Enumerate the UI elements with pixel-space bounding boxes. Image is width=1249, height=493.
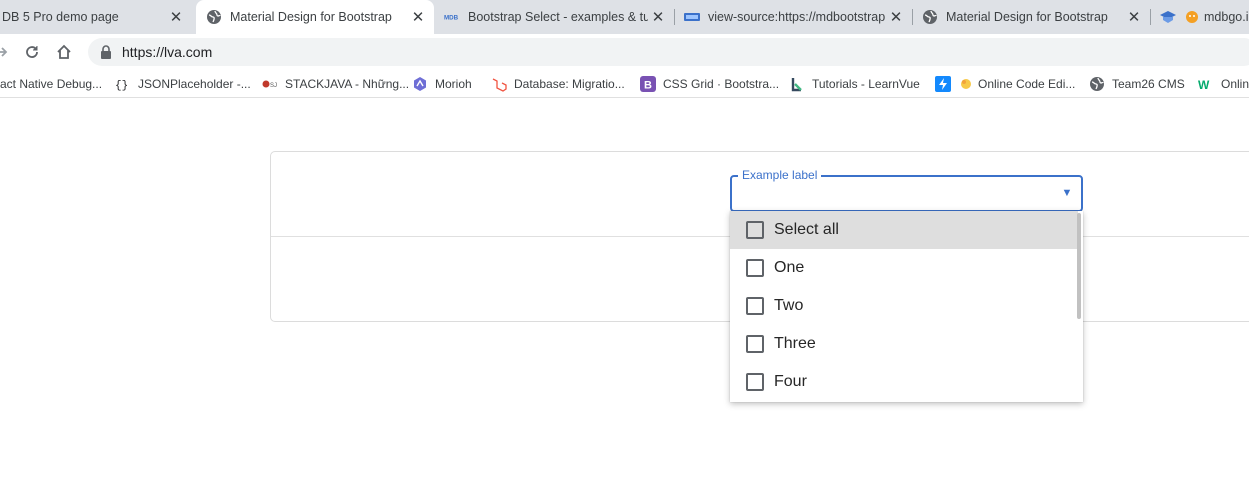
globe-icon [206,9,222,25]
bootstrap-icon: B [640,76,656,92]
bookmark-stackjava[interactable]: SJ STACKJAVA - Những... [262,75,409,93]
tab-title: Material Design for Bootstrap [230,10,392,24]
bookmark-label: Onlin [1221,77,1249,91]
bookmark-label: Database: Migratio... [514,77,625,91]
option-label: Four [774,373,807,390]
reload-icon[interactable] [19,39,45,65]
bookmark-learnvue[interactable]: Tutorials - LearnVue [789,75,920,93]
bookmark-laravel-migrations[interactable]: Database: Migratio... [491,75,625,93]
bookmark-label: CSS Grid · Bootstra... [663,77,780,91]
bookmark-label: STACKJAVA - Những... [285,77,410,91]
w3-icon: W [1198,76,1214,92]
tab-title: DB 5 Pro demo page [2,10,119,24]
option-one[interactable]: One [730,249,1078,287]
option-label: One [774,259,805,276]
bookmark-label: Team26 CMS [1112,77,1185,91]
code-editor-icon [958,76,974,92]
bookmarks-bar: act Native Debug... {} JSONPlaceholder -… [0,70,1249,98]
lock-icon [101,45,111,59]
bookmark-label: Tutorials - LearnVue [812,77,920,91]
checkbox[interactable] [746,297,764,315]
globe-icon [922,9,938,25]
tab-material-design-active[interactable]: Material Design for Bootstrap ✕ [196,0,434,34]
morioh-icon [412,76,428,92]
mdb-icon [1160,9,1176,25]
tab-title: Bootstrap Select - examples & tu [468,10,648,24]
dropdown-scrollbar[interactable] [1077,213,1081,319]
address-url: https://lva.com [122,44,213,60]
bookmark-label: JSONPlaceholder -... [138,77,251,91]
svg-text:MDB: MDB [444,15,459,22]
svg-text:W: W [1198,78,1210,91]
option-four[interactable]: Four [730,363,1078,401]
svg-text:B: B [644,80,652,92]
close-icon[interactable]: ✕ [166,7,186,27]
checkbox[interactable] [746,335,764,353]
tab-strip: DB 5 Pro demo page ✕ Material Design for… [0,0,1249,34]
bookmark-morioh[interactable]: Morioh [412,75,472,93]
option-three[interactable]: Three [730,325,1078,363]
tab-material-design-2[interactable]: Material Design for Bootstrap ✕ [912,0,1150,34]
bookmark-react-native-debug[interactable]: act Native Debug... [0,75,102,93]
github-cat-icon [1184,9,1200,25]
bookmark-label: act Native Debug... [0,77,103,91]
mdb-icon [684,9,700,25]
browser-toolbar: https://lva.com [0,34,1249,70]
bookmark-css-grid-bootstrap[interactable]: B CSS Grid · Bootstra... [640,75,779,93]
svg-text:{}: {} [115,80,128,91]
forward-icon[interactable] [0,39,14,65]
select-label: Example label [738,168,822,183]
close-icon[interactable]: ✕ [408,7,428,27]
home-icon[interactable] [51,39,77,65]
close-icon[interactable]: ✕ [1124,7,1144,27]
tab-title: mdbgo.i [1204,10,1249,24]
lightning-icon [935,76,951,92]
option-label: Three [774,335,816,352]
bookmark-w3-online[interactable]: W Onlin [1198,75,1249,93]
bookmark-team26-cms[interactable]: Team26 CMS [1089,75,1185,93]
svg-text:SJ: SJ [270,83,277,89]
option-two[interactable]: Two [730,287,1078,325]
tab-mdb-pro-demo[interactable]: DB 5 Pro demo page ✕ [0,0,192,34]
bookmark-online-code-editor[interactable]: Online Code Edi... [935,75,1075,93]
bookmark-jsonplaceholder[interactable]: {} JSONPlaceholder -... [115,75,251,93]
option-select-all[interactable]: Select all [730,211,1078,249]
bookmark-label: Online Code Edi... [978,77,1076,91]
tab-title: view-source:https://mdbootstrap [708,10,886,24]
select-dropdown: Select all One Two Three Four [730,211,1083,402]
checkbox[interactable] [746,259,764,277]
checkbox[interactable] [746,221,764,239]
option-label: Two [774,297,804,314]
bookmark-label: Morioh [435,77,472,91]
option-label: Select all [774,221,839,238]
learnvue-icon [789,76,805,92]
mdb-icon: MDB [444,9,460,25]
json-icon: {} [115,76,131,92]
checkbox[interactable] [746,373,764,391]
tab-mdbgo[interactable]: mdbgo.i [1150,0,1249,34]
caret-down-icon[interactable]: ▼ [1061,187,1073,199]
stackjava-icon: SJ [262,76,278,92]
tab-title: Material Design for Bootstrap [946,10,1108,24]
laravel-icon [491,76,507,92]
tab-bootstrap-select[interactable]: MDB Bootstrap Select - examples & tu ✕ [434,0,674,34]
globe-icon [1089,76,1105,92]
close-icon[interactable]: ✕ [886,7,906,27]
address-bar[interactable]: https://lva.com [88,38,1249,66]
close-icon[interactable]: ✕ [648,7,668,27]
tab-view-source[interactable]: view-source:https://mdbootstrap ✕ [674,0,912,34]
